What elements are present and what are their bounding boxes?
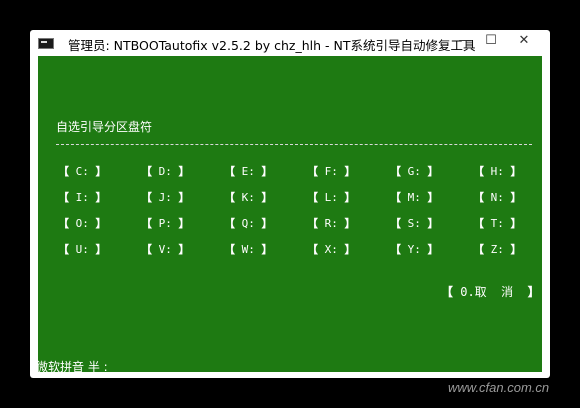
drive-button-f[interactable]: 【 F: 】 xyxy=(307,164,387,180)
drive-button-x[interactable]: 【 X: 】 xyxy=(307,242,387,258)
drive-button-t[interactable]: 【 T: 】 xyxy=(473,216,542,232)
drive-button-q[interactable]: 【 Q: 】 xyxy=(224,216,304,232)
drive-button-r[interactable]: 【 R: 】 xyxy=(307,216,387,232)
drive-label: Y: xyxy=(407,243,421,256)
dashed-separator xyxy=(56,144,532,145)
drive-label: V: xyxy=(158,243,172,256)
drive-label: D: xyxy=(158,165,172,178)
drive-label: S: xyxy=(407,217,421,230)
drive-label: J: xyxy=(158,191,172,204)
window-controls: — ☐ ✕ xyxy=(452,31,544,49)
drive-label: R: xyxy=(324,217,338,230)
drive-label: X: xyxy=(324,243,338,256)
drive-label: W: xyxy=(241,243,255,256)
drive-button-s[interactable]: 【 S: 】 xyxy=(390,216,470,232)
drive-label: N: xyxy=(490,191,504,204)
drive-button-k[interactable]: 【 K: 】 xyxy=(224,190,304,206)
drive-label: O: xyxy=(75,217,89,230)
console-app-icon[interactable] xyxy=(38,38,54,49)
drive-label: I: xyxy=(75,191,89,204)
drive-label: F: xyxy=(324,165,338,178)
drive-button-l[interactable]: 【 L: 】 xyxy=(307,190,387,206)
window-title: 管理员: NTBOOTautofix v2.5.2 by chz_hlh - N… xyxy=(68,38,476,53)
drive-label: M: xyxy=(407,191,421,204)
drive-button-w[interactable]: 【 W: 】 xyxy=(224,242,304,258)
drive-button-y[interactable]: 【 Y: 】 xyxy=(390,242,470,258)
drive-button-j[interactable]: 【 J: 】 xyxy=(141,190,221,206)
drive-button-i[interactable]: 【 I: 】 xyxy=(58,190,138,206)
drive-label: E: xyxy=(241,165,255,178)
minimize-button[interactable]: — xyxy=(452,31,478,49)
console-area[interactable]: 自选引导分区盘符 【 C: 】 【 D: 】 【 E: 】 【 F: 】 【 G… xyxy=(38,56,542,372)
console-window: 管理员: NTBOOTautofix v2.5.2 by chz_hlh - N… xyxy=(30,30,550,378)
drive-button-u[interactable]: 【 U: 】 xyxy=(58,242,138,258)
ime-status-bar: 微软拼音 半 : xyxy=(38,360,108,372)
drive-letter-grid: 【 C: 】 【 D: 】 【 E: 】 【 F: 】 【 G: 】 【 H: … xyxy=(58,164,530,258)
drive-button-e[interactable]: 【 E: 】 xyxy=(224,164,304,180)
drive-label: Q: xyxy=(241,217,255,230)
drive-button-h[interactable]: 【 H: 】 xyxy=(473,164,542,180)
drive-button-c[interactable]: 【 C: 】 xyxy=(58,164,138,180)
drive-label: T: xyxy=(490,217,504,230)
drive-button-m[interactable]: 【 M: 】 xyxy=(390,190,470,206)
maximize-button[interactable]: ☐ xyxy=(478,31,504,49)
drive-button-p[interactable]: 【 P: 】 xyxy=(141,216,221,232)
drive-button-o[interactable]: 【 O: 】 xyxy=(58,216,138,232)
drive-button-n[interactable]: 【 N: 】 xyxy=(473,190,542,206)
drive-label: C: xyxy=(75,165,89,178)
drive-label: H: xyxy=(490,165,504,178)
drive-button-g[interactable]: 【 G: 】 xyxy=(390,164,470,180)
drive-label: K: xyxy=(241,191,255,204)
drive-label: G: xyxy=(407,165,421,178)
drive-label: L: xyxy=(324,191,338,204)
close-button[interactable]: ✕ xyxy=(504,31,544,49)
drive-button-z[interactable]: 【 Z: 】 xyxy=(473,242,542,258)
drive-button-v[interactable]: 【 V: 】 xyxy=(141,242,221,258)
site-watermark: www.cfan.com.cn xyxy=(448,380,550,395)
prompt-title: 自选引导分区盘符 xyxy=(56,120,153,134)
drive-label: U: xyxy=(75,243,89,256)
drive-label: Z: xyxy=(490,243,504,256)
cancel-button[interactable]: 【 0.取 消 】 xyxy=(441,283,540,300)
cancel-label: 0.取 消 xyxy=(460,285,514,299)
drive-button-d[interactable]: 【 D: 】 xyxy=(141,164,221,180)
drive-label: P: xyxy=(158,217,172,230)
title-bar[interactable]: 管理员: NTBOOTautofix v2.5.2 by chz_hlh - N… xyxy=(30,30,550,56)
